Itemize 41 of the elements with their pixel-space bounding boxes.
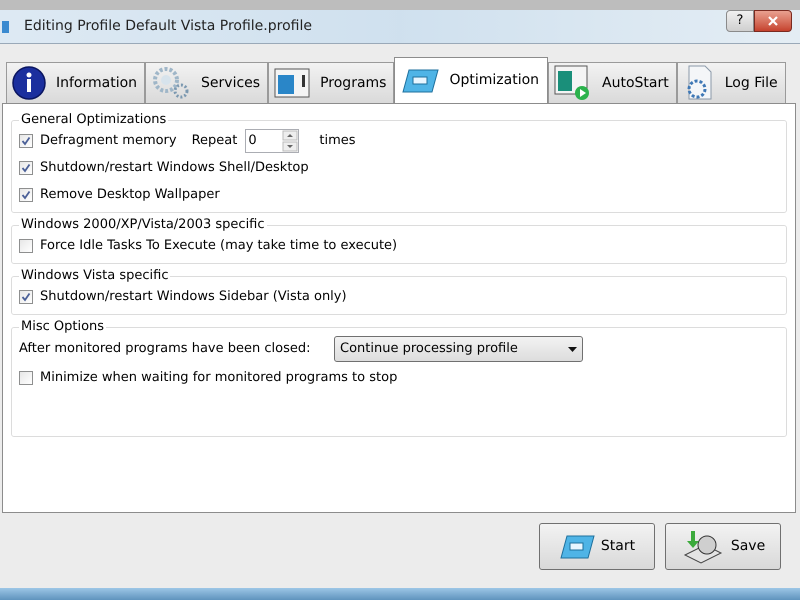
- checkbox-label: Force Idle Tasks To Execute (may take time to execute): [40, 236, 398, 255]
- repeat-spinner[interactable]: 0: [245, 128, 300, 152]
- info-icon: [12, 66, 46, 100]
- spin-arrows-icon[interactable]: [282, 130, 298, 152]
- group-title: Misc Options: [19, 319, 106, 335]
- checkbox[interactable]: [19, 188, 33, 202]
- repeat-label: Repeat: [192, 132, 238, 150]
- checkbox-label: Defragment memory: [40, 132, 177, 150]
- tab[interactable]: Information: [6, 62, 146, 103]
- checkbox-label: Shutdown/restart Windows Shell/Desktop: [40, 158, 309, 177]
- caret-icon: [568, 346, 577, 352]
- monitor-icon: [401, 68, 440, 94]
- action-dropdown[interactable]: Continue processing profile: [334, 336, 583, 362]
- close-button[interactable]: [754, 10, 792, 32]
- tab[interactable]: Programs: [268, 62, 394, 103]
- window-title: Editing Profile Default Vista Profile.profile: [24, 17, 312, 36]
- checkbox-label: Remove Desktop Wallpaper: [40, 186, 220, 204]
- help-button[interactable]: ?: [726, 10, 754, 32]
- checkbox[interactable]: [19, 370, 33, 384]
- checkbox[interactable]: [19, 238, 33, 252]
- checkbox-label: Minimize when waiting for monitored programs to stop: [40, 368, 398, 387]
- tab[interactable]: AutoStart: [548, 62, 677, 103]
- window-icon: [274, 67, 310, 99]
- checkbox-label: Shutdown/restart Windows Sidebar (Vista only): [40, 288, 347, 306]
- tab[interactable]: Services: [145, 62, 268, 103]
- checkbox[interactable]: [19, 290, 33, 304]
- close-icon: [768, 16, 778, 26]
- checkbox[interactable]: [19, 160, 33, 174]
- group-title: General Optimizations: [19, 112, 168, 128]
- group-title: Windows Vista specific: [19, 268, 170, 284]
- group-title: Windows 2000/XP/Vista/2003 specific: [19, 217, 267, 233]
- tab[interactable]: Optimization: [394, 57, 548, 103]
- gears-icon: [151, 66, 192, 100]
- monitor-icon: [558, 534, 595, 560]
- tab[interactable]: Log File: [676, 62, 786, 103]
- app-icon: [2, 20, 10, 34]
- save-button[interactable]: Save: [665, 523, 781, 570]
- start-button[interactable]: Start: [539, 523, 655, 570]
- times-label: times: [319, 132, 356, 150]
- dropdown-label: After monitored programs have been closed:: [19, 340, 312, 358]
- checkbox[interactable]: [19, 134, 33, 148]
